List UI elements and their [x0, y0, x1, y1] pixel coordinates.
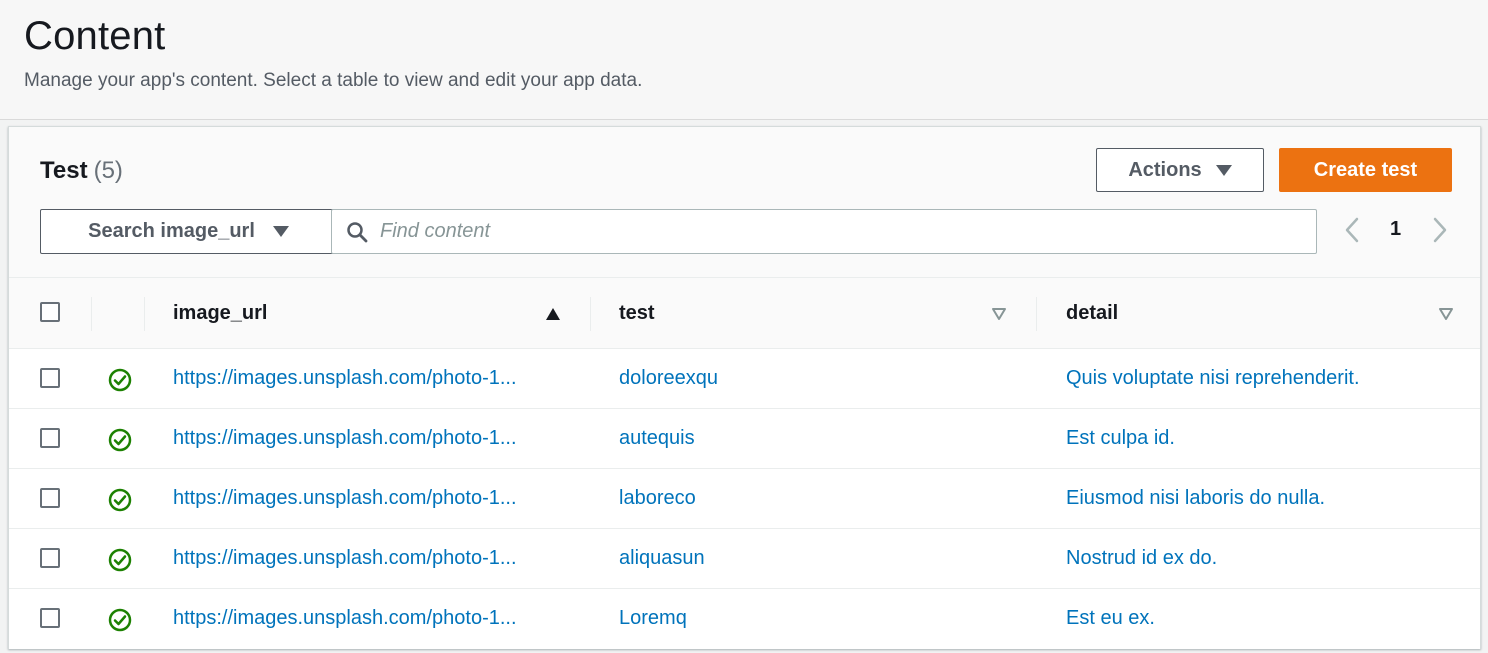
cell-image-url[interactable]: https://images.unsplash.com/photo-1... — [173, 607, 566, 630]
sort-unsorted-icon[interactable] — [991, 307, 1007, 321]
cell-detail[interactable]: Est culpa id. — [1066, 427, 1466, 450]
row-checkbox[interactable] — [40, 548, 60, 568]
page-header: Content Manage your app's content. Selec… — [0, 0, 1488, 120]
cell-test[interactable]: doloreexqu — [619, 367, 1039, 390]
column-header-test[interactable]: test — [619, 302, 655, 325]
cell-test[interactable]: laboreco — [619, 487, 1039, 510]
pagination-current-page[interactable]: 1 — [1390, 218, 1401, 241]
table-row: https://images.unsplash.com/photo-1... d… — [9, 349, 1480, 409]
column-header-image-url[interactable]: image_url — [173, 302, 267, 325]
chevron-left-icon[interactable] — [1345, 217, 1359, 243]
cell-detail[interactable]: Nostrud id ex do. — [1066, 547, 1466, 570]
table-row: https://images.unsplash.com/photo-1... L… — [9, 589, 1480, 649]
select-all-checkbox[interactable] — [40, 302, 60, 322]
cell-test[interactable]: aliquasun — [619, 547, 1039, 570]
check-circle-icon — [108, 488, 132, 512]
table-title-text: Test — [40, 157, 88, 184]
row-checkbox[interactable] — [40, 488, 60, 508]
row-checkbox[interactable] — [40, 608, 60, 628]
search-icon — [347, 222, 368, 243]
cell-image-url[interactable]: https://images.unsplash.com/photo-1... — [173, 547, 566, 570]
actions-button-label: Actions — [1128, 158, 1202, 181]
content-table-panel: Test (5) Actions Create test Search image… — [8, 126, 1481, 649]
search-field-select-label: Search image_url — [88, 220, 255, 242]
create-button-label: Create test — [1313, 158, 1418, 181]
cell-detail[interactable]: Quis voluptate nisi reprehenderit. — [1066, 367, 1466, 390]
table-header-row: image_url test detail — [9, 277, 1480, 349]
table-header-area: Test (5) Actions Create test Search image… — [9, 127, 1480, 277]
table-row: https://images.unsplash.com/photo-1... a… — [9, 529, 1480, 589]
check-circle-icon — [108, 548, 132, 572]
cell-test[interactable]: Loremq — [619, 607, 1039, 630]
check-circle-icon — [108, 368, 132, 392]
cell-detail[interactable]: Eiusmod nisi laboris do nulla. — [1066, 487, 1466, 510]
cell-image-url[interactable]: https://images.unsplash.com/photo-1... — [173, 487, 566, 510]
sort-unsorted-icon[interactable] — [1438, 307, 1454, 321]
cell-test[interactable]: autequis — [619, 427, 1039, 450]
table-title: Test (5) — [40, 157, 123, 185]
chevron-right-icon[interactable] — [1433, 217, 1447, 243]
check-circle-icon — [108, 428, 132, 452]
row-checkbox[interactable] — [40, 428, 60, 448]
page-description: Manage your app's content. Select a tabl… — [24, 70, 643, 91]
column-divider — [144, 297, 145, 331]
column-divider — [590, 297, 591, 331]
table-item-count: (5) — [93, 157, 123, 184]
row-checkbox[interactable] — [40, 368, 60, 388]
create-test-button[interactable]: Create test — [1279, 148, 1452, 192]
search-box — [331, 209, 1317, 254]
sort-ascending-icon[interactable] — [545, 307, 561, 321]
column-divider — [1036, 297, 1037, 331]
column-divider — [91, 297, 92, 331]
table-row: https://images.unsplash.com/photo-1... l… — [9, 469, 1480, 529]
search-input[interactable] — [380, 210, 1300, 253]
page-title: Content — [24, 14, 166, 58]
actions-dropdown-button[interactable]: Actions — [1096, 148, 1264, 192]
caret-down-icon — [1215, 164, 1232, 176]
cell-image-url[interactable]: https://images.unsplash.com/photo-1... — [173, 427, 566, 450]
column-header-detail[interactable]: detail — [1066, 302, 1118, 325]
cell-detail[interactable]: Est eu ex. — [1066, 607, 1466, 630]
check-circle-icon — [108, 608, 132, 632]
caret-down-icon — [272, 226, 289, 237]
table-row: https://images.unsplash.com/photo-1... a… — [9, 409, 1480, 469]
cell-image-url[interactable]: https://images.unsplash.com/photo-1... — [173, 367, 566, 390]
search-field-select[interactable]: Search image_url — [40, 209, 337, 254]
